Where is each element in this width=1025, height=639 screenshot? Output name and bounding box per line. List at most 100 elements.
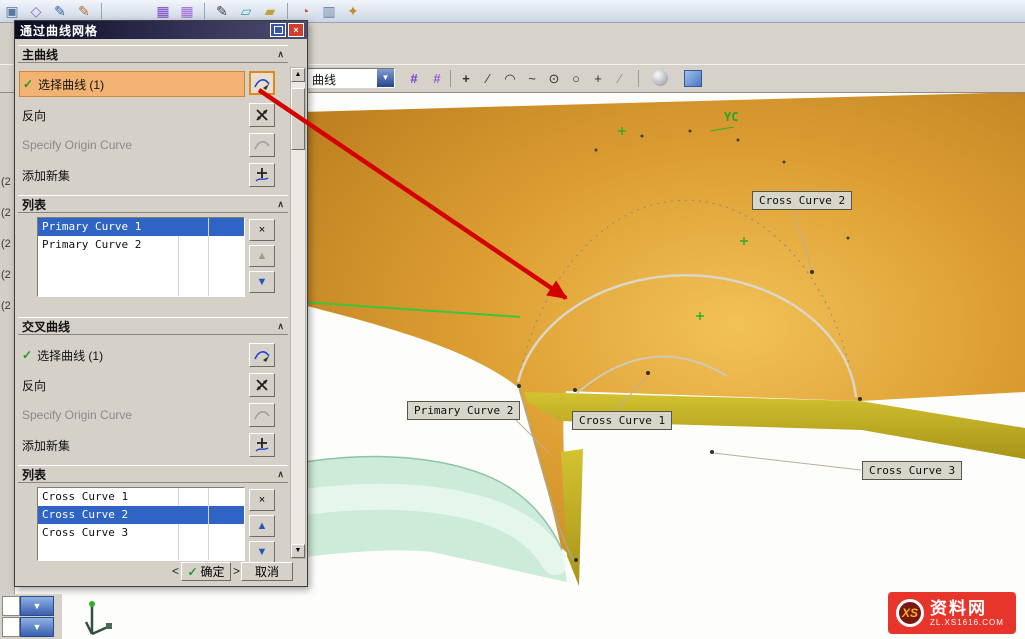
primary-select-curve-row[interactable]: ✓ 选择曲线 (1)	[19, 71, 245, 97]
selection-filter-combo[interactable]: 曲线 ▼	[307, 68, 395, 88]
cross-list-label: 列表	[22, 466, 46, 483]
combo-field[interactable]	[2, 596, 20, 616]
collapse-icon[interactable]: ∧	[277, 469, 284, 480]
dialog-titlebar[interactable]: 通过曲线网格 ×	[15, 21, 307, 39]
combo-field[interactable]	[2, 617, 20, 637]
cross-section-header[interactable]: 交叉曲线 ∧	[18, 317, 288, 335]
grid-purple-icon-2[interactable]: ▦	[177, 2, 197, 20]
cross-origin-button[interactable]	[249, 403, 275, 427]
cross-curve-list[interactable]: Cross Curve 1 Cross Curve 2 Cross Curve …	[37, 487, 245, 561]
plus-tool-icon[interactable]: +	[588, 69, 608, 88]
list-item[interactable]: Primary Curve 2	[38, 236, 244, 254]
primary-curve-list[interactable]: Primary Curve 1 Primary Curve 2	[37, 217, 245, 297]
primary-add-set-button[interactable]	[249, 163, 275, 187]
snap-grid-icon-1[interactable]: #	[404, 69, 424, 88]
watermark-url: ZL.XS1616.COM	[930, 618, 1004, 627]
collapse-icon[interactable]: ∧	[277, 199, 284, 210]
primary-reverse-button[interactable]	[249, 103, 275, 127]
bottom-left-panel: ▼ ▼	[0, 594, 62, 639]
origin-curve-icon	[253, 137, 271, 153]
pen-dark-icon[interactable]: ✎	[212, 2, 232, 20]
list-item[interactable]: Cross Curve 2	[38, 506, 244, 524]
curve-tag-cross-3[interactable]: Cross Curve 3	[862, 461, 962, 480]
primary-move-down-button[interactable]: ▼	[249, 271, 275, 293]
scroll-up-button[interactable]: ▲	[291, 68, 305, 82]
point-move-icon[interactable]: +	[456, 69, 476, 88]
spline-tool-icon[interactable]: ~	[522, 69, 542, 88]
circle-tool-icon[interactable]: ○	[566, 69, 586, 88]
list-item[interactable]: Cross Curve 3	[38, 524, 244, 542]
primary-origin-button[interactable]	[249, 133, 275, 157]
minimize-icon	[274, 26, 283, 34]
watermark-title: 资料网	[930, 599, 1004, 618]
cross-select-curve-button[interactable]	[249, 343, 275, 367]
csys-triad-icon	[82, 596, 118, 638]
cross-list-header[interactable]: 列表 ∧	[18, 465, 288, 483]
primary-remove-button[interactable]: ×	[249, 219, 275, 241]
primary-select-curve-button[interactable]	[249, 71, 275, 95]
primary-move-up-button[interactable]: ▲	[249, 245, 275, 267]
curve-tag-cross-1[interactable]: Cross Curve 1	[572, 411, 672, 430]
arc-tool-icon[interactable]: ◠	[500, 69, 520, 88]
curve-tag-primary-2[interactable]: Primary Curve 2	[407, 401, 520, 420]
sketch-icon[interactable]: ▣	[2, 2, 22, 20]
curve-tag-cross-2[interactable]: Cross Curve 2	[752, 191, 852, 210]
surface-icon[interactable]: ▰	[260, 2, 280, 20]
list-item[interactable]: Primary Curve 1	[38, 218, 244, 236]
layers-icon[interactable]: ✦	[343, 2, 363, 20]
collapse-icon[interactable]: ∧	[277, 321, 284, 332]
primary-reverse-label: 反向	[22, 107, 46, 124]
dropdown-icon[interactable]: ▼	[20, 596, 54, 616]
slash-tool-icon[interactable]: ∕	[610, 69, 630, 88]
snap-grid-icon-2[interactable]: #	[427, 69, 447, 88]
shaded-sphere-icon[interactable]: ◔	[295, 2, 315, 20]
primary-origin-label: Specify Origin Curve	[22, 138, 132, 152]
primary-list-header[interactable]: 列表 ∧	[18, 195, 288, 213]
cross-reverse-row: 反向	[19, 373, 245, 397]
grid-purple-icon[interactable]: ▦	[153, 2, 173, 20]
list-item[interactable]: Cross Curve 1	[38, 488, 244, 506]
cross-move-down-button[interactable]: ▼	[249, 541, 275, 563]
check-icon: ✓	[23, 77, 33, 91]
primary-header-label: 主曲线	[22, 46, 58, 63]
cross-reverse-button[interactable]	[249, 373, 275, 397]
datum-icon[interactable]: ◇	[26, 2, 46, 20]
ok-decor-right: >	[233, 564, 240, 578]
primary-list-label: 列表	[22, 196, 46, 213]
watermark-badge: XS 资料网 ZL.XS1616.COM	[888, 592, 1016, 634]
line-tool-icon[interactable]: ∕	[478, 69, 498, 88]
cancel-label: 取消	[255, 563, 279, 580]
cancel-button[interactable]: 取消	[241, 562, 293, 581]
scrollbar-thumb[interactable]	[291, 88, 305, 150]
dropdown-icon[interactable]: ▼	[20, 617, 54, 637]
selection-filter-value: 曲线	[308, 69, 377, 87]
view-cube-icon[interactable]	[684, 70, 702, 87]
combo-dropdown-icon[interactable]: ▼	[377, 69, 394, 87]
add-new-set-icon	[254, 437, 270, 453]
pen-orange-icon[interactable]: ✎	[74, 2, 94, 20]
scroll-down-button[interactable]: ▼	[291, 544, 305, 558]
cross-select-curve-row[interactable]: ✓ 选择曲线 (1)	[19, 343, 245, 367]
cross-remove-button[interactable]: ×	[249, 489, 275, 511]
ok-button[interactable]: ✓ 确定	[181, 562, 231, 581]
dialog-scrollbar[interactable]: ▲ ▼	[290, 67, 306, 559]
render-sphere-icon[interactable]	[652, 70, 668, 86]
sheet-icon[interactable]: ▥	[319, 2, 339, 20]
view-combo-2[interactable]: ▼	[2, 617, 60, 637]
watermark-text: 资料网 ZL.XS1616.COM	[930, 599, 1004, 627]
reverse-direction-icon	[254, 378, 270, 392]
point-tool-icon[interactable]: ⊙	[544, 69, 564, 88]
close-icon: ×	[293, 25, 298, 35]
toolbar-separator	[287, 3, 288, 19]
dialog-close-button[interactable]: ×	[288, 23, 304, 37]
primary-origin-row: Specify Origin Curve	[19, 133, 245, 157]
cross-move-up-button[interactable]: ▲	[249, 515, 275, 537]
cross-add-set-button[interactable]	[249, 433, 275, 457]
collapse-icon[interactable]: ∧	[277, 49, 284, 60]
primary-add-set-row: 添加新集	[19, 163, 245, 187]
plane-icon[interactable]: ▱	[236, 2, 256, 20]
pen-blue-icon[interactable]: ✎	[50, 2, 70, 20]
primary-section-header[interactable]: 主曲线 ∧	[18, 45, 288, 63]
view-combo-1[interactable]: ▼	[2, 596, 60, 616]
dialog-minimize-button[interactable]	[270, 23, 286, 37]
